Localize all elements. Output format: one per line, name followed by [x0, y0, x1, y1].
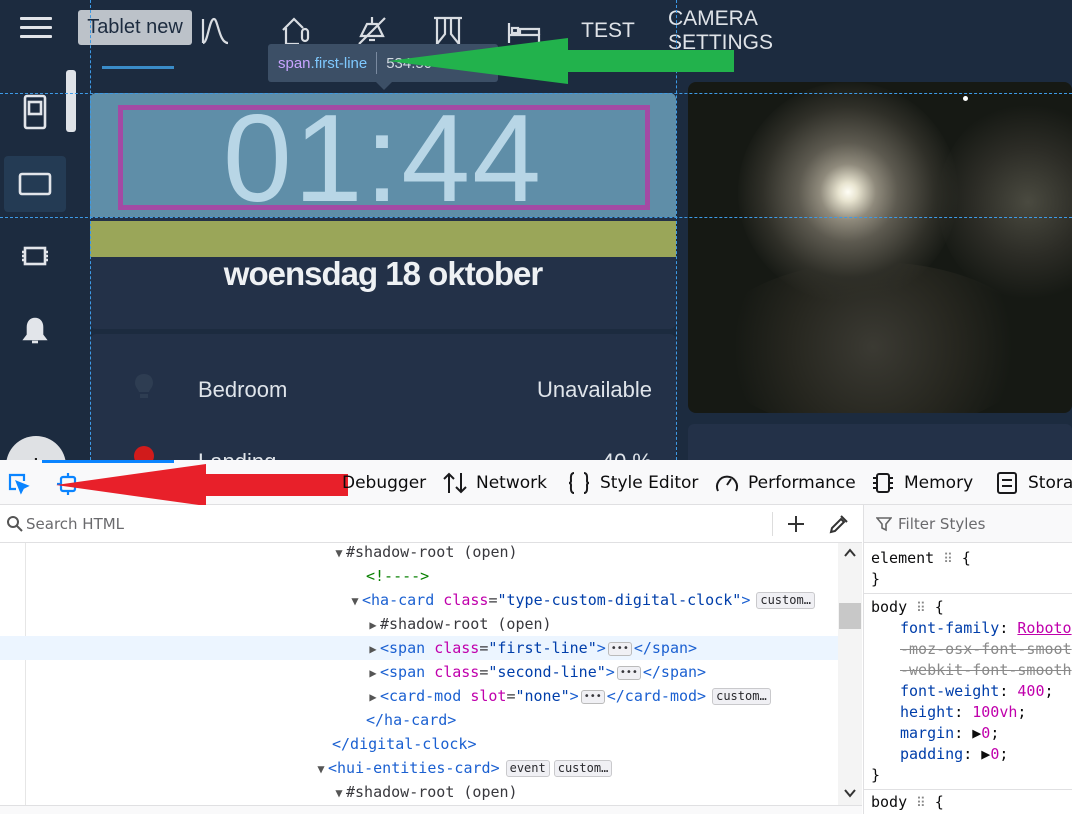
green-arrow-annotation — [388, 38, 734, 84]
event-badge[interactable]: event — [505, 760, 550, 777]
menu-icon[interactable] — [20, 17, 52, 43]
entity-row[interactable]: Bedroom Unavailable — [90, 370, 676, 410]
tab-style-editor[interactable]: Style Editor — [566, 460, 698, 505]
css-declaration[interactable]: margin: ▶0; — [900, 723, 999, 744]
html-search-bar — [0, 505, 862, 543]
search-html-input[interactable] — [26, 513, 746, 535]
rule-selector[interactable]: element — [871, 549, 934, 567]
padding-highlight — [90, 221, 676, 257]
custom-badge[interactable]: custom… — [712, 688, 771, 705]
guide-line — [90, 0, 91, 460]
scroll-up-icon — [844, 548, 856, 557]
camera-star — [963, 96, 968, 101]
entities-card: Bedroom Unavailable Landing 40 % — [90, 334, 676, 460]
avatar-initial: I — [33, 453, 39, 461]
tab-debugger[interactable]: Debugger — [342, 460, 426, 505]
tablet-landscape-icon[interactable] — [4, 156, 66, 212]
css-declaration[interactable]: -webkit-font-smooth — [900, 660, 1072, 681]
tab-performance[interactable]: Performance — [714, 460, 856, 505]
devtools-panel: Debugger Network Style Editor Performanc… — [0, 460, 1072, 814]
camera-glow — [938, 102, 1072, 302]
filter-styles-input[interactable]: Filter Styles — [864, 505, 1072, 543]
custom-badge[interactable]: custom… — [553, 760, 613, 777]
tab-memory[interactable]: Memory — [870, 460, 973, 505]
markup-view: ▼ #shadow-root (open) <!----> ▼ <ha-card c… — [0, 543, 862, 805]
gauge-icon — [716, 475, 738, 491]
tab-label: Storag — [1028, 472, 1072, 493]
css-declaration[interactable]: font-family: Roboto — [900, 618, 1072, 639]
user-avatar[interactable]: I — [6, 436, 66, 460]
scroll-down-icon — [844, 789, 856, 798]
devtools-toolbar: Debugger Network Style Editor Performanc… — [0, 460, 1072, 506]
sidebar-scrollbar[interactable] — [66, 70, 76, 132]
markup-node[interactable]: </ha-card> — [366, 708, 862, 732]
search-icon — [7, 516, 23, 532]
entity-row[interactable]: Landing 40 % — [90, 442, 676, 460]
red-arrow-annotation — [56, 464, 348, 506]
entity-state: 40 % — [602, 449, 652, 460]
chip-icon[interactable] — [4, 228, 66, 284]
css-declaration[interactable]: padding: ▶0; — [900, 744, 1008, 765]
storage-icon — [997, 471, 1017, 494]
tab-label: Performance — [748, 472, 856, 493]
markup-scrollbar[interactable] — [838, 543, 862, 805]
markup-node[interactable]: ▼ <ha-card class="type-custom-digital-clo… — [348, 588, 862, 612]
guide-line — [0, 217, 1072, 218]
lightbulb-icon — [132, 444, 156, 460]
braces-icon — [568, 471, 590, 494]
tab-tablet-new[interactable]: Tablet new — [78, 10, 192, 45]
tab-label: Memory — [904, 472, 974, 493]
camera-light-source — [738, 82, 958, 302]
rule-selector[interactable]: body — [871, 598, 907, 616]
rule-selector[interactable]: body — [871, 793, 907, 811]
tooltip-class: .first-line — [310, 54, 368, 72]
entity-name: Landing — [198, 449, 276, 460]
entity-state: Unavailable — [537, 377, 652, 402]
digital-clock-card: 01:44 woensdag 18 oktober — [90, 93, 676, 329]
markup-node[interactable]: ▶ <span class="second-line"> ••• </span> — [366, 660, 862, 684]
chart-icon[interactable] — [196, 0, 236, 62]
markup-node[interactable]: ▼ <hui-entities-card> event custom… — [314, 756, 862, 780]
markup-node[interactable]: ▶ #shadow-root (open) — [366, 612, 862, 636]
breadcrumb-bar — [0, 805, 862, 814]
filter-icon — [876, 516, 892, 531]
css-declaration[interactable]: font-weight: 400; — [900, 681, 1054, 702]
camera-feed[interactable] — [688, 82, 1072, 413]
tab-storage[interactable]: Storag — [994, 460, 1072, 505]
bell-icon[interactable] — [4, 302, 66, 358]
tooltip-tag: span — [278, 54, 311, 72]
css-declaration[interactable]: height: 100vh; — [900, 702, 1026, 723]
lightbulb-icon — [132, 372, 156, 408]
sidebar: I — [0, 62, 74, 460]
network-icon — [443, 472, 467, 493]
custom-badge[interactable]: custom… — [756, 592, 815, 609]
rules-panel: Filter Styles element ⠿ { } body ⠿ { fon… — [863, 505, 1072, 814]
eyedropper-icon[interactable] — [828, 513, 850, 535]
entity-name: Bedroom — [198, 377, 288, 402]
tab-label: Debugger — [342, 472, 427, 493]
guide-line — [0, 93, 1072, 94]
markup-node[interactable]: ▼ #shadow-root (open) — [332, 543, 862, 564]
tab-label: Network — [476, 472, 547, 493]
element-picker-icon[interactable] — [0, 460, 36, 505]
highlight-box — [118, 105, 650, 210]
markup-node[interactable]: </digital-clock> — [332, 732, 862, 756]
tab-network[interactable]: Network — [442, 460, 547, 505]
markup-node[interactable]: ▶ <card-mod slot="none"> ••• </card-mod> cus… — [366, 684, 862, 708]
active-tab-indicator — [102, 66, 174, 69]
markup-node[interactable]: <!----> — [366, 564, 862, 588]
home-assistant-dashboard: Tablet new TEST CAMERA SETTINGS 01:44 wo… — [0, 0, 1072, 460]
add-node-icon[interactable] — [786, 514, 806, 534]
clock-date: woensdag 18 oktober — [223, 255, 543, 292]
camera-card-footer — [688, 424, 1072, 460]
tab-label: Style Editor — [600, 472, 699, 493]
memory-chip-icon — [873, 472, 893, 493]
markup-node-selected[interactable]: ▶ <span class="first-line"> ••• </span> — [0, 636, 838, 660]
markup-node[interactable]: ▼ #shadow-root (open) — [332, 780, 862, 804]
css-declaration[interactable]: -moz-osx-font-smoot — [900, 639, 1072, 660]
